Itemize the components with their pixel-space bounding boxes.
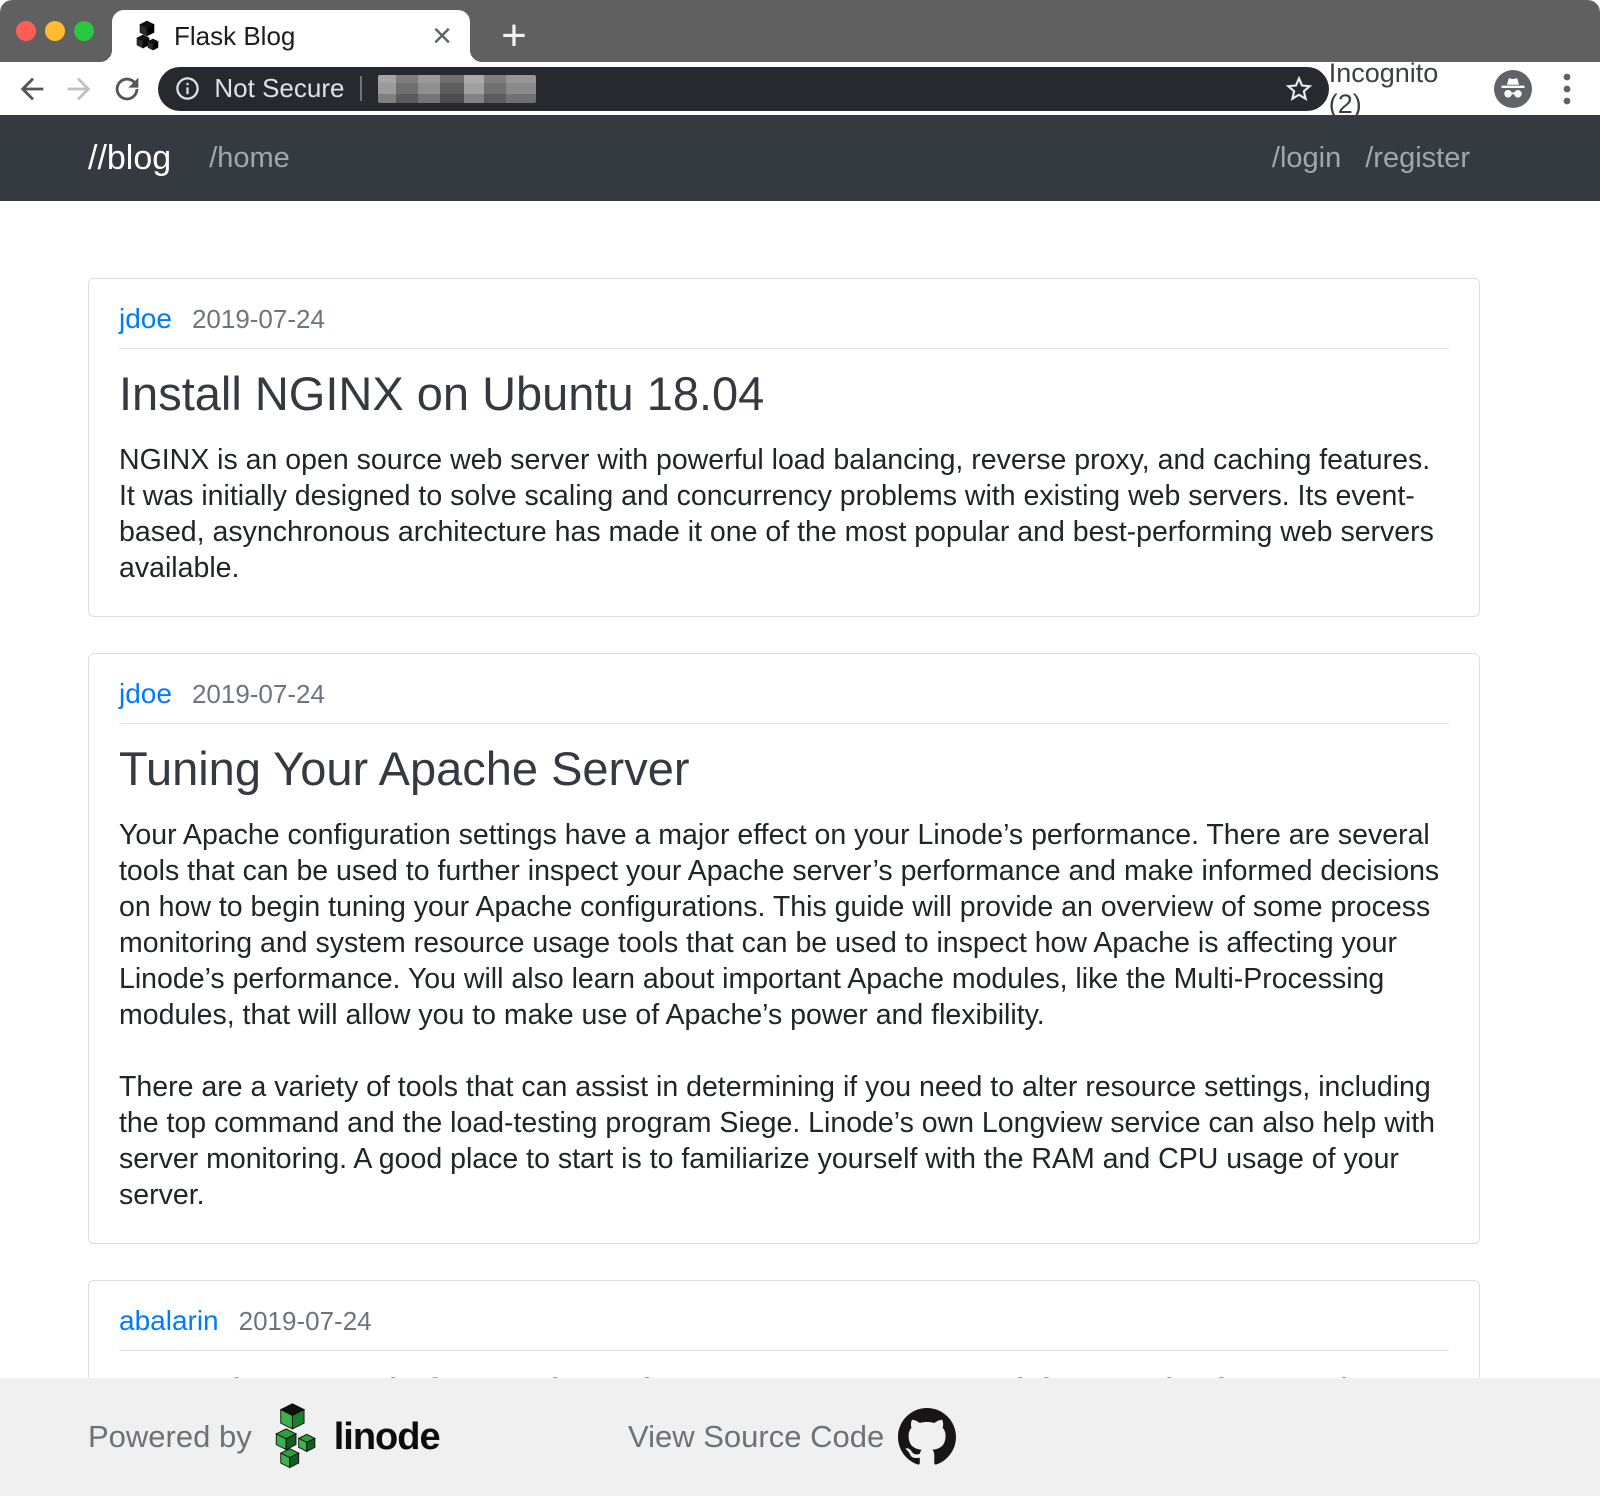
post-title-link[interactable]: Install NGINX on Ubuntu 18.04 bbox=[119, 365, 1449, 424]
post-date: 2019-07-24 bbox=[192, 679, 325, 710]
page-footer: Powered by bbox=[0, 1378, 1600, 1496]
post-metadata: jdoe 2019-07-24 bbox=[119, 678, 1449, 710]
window-controls bbox=[16, 21, 94, 41]
powered-by-block: Powered by bbox=[88, 1378, 440, 1496]
browser-tab-flask-blog[interactable]: Flask Blog × bbox=[112, 10, 470, 62]
post-body: Your Apache configuration settings have … bbox=[119, 817, 1449, 1213]
more-vert-icon bbox=[1563, 73, 1571, 105]
tab-close-icon[interactable]: × bbox=[432, 19, 452, 53]
linode-cubes-icon bbox=[268, 1402, 324, 1472]
source-code-block: View Source Code bbox=[628, 1378, 956, 1496]
powered-by-label: Powered by bbox=[88, 1419, 252, 1455]
incognito-indicator: Incognito (2) bbox=[1329, 58, 1582, 120]
linode-cubes-favicon-icon bbox=[134, 20, 160, 52]
post-card: jdoe 2019-07-24 Tuning Your Apache Serve… bbox=[88, 653, 1480, 1244]
post-author-link[interactable]: jdoe bbox=[119, 678, 172, 710]
reload-icon bbox=[110, 72, 144, 106]
post-author-link[interactable]: jdoe bbox=[119, 303, 172, 335]
tab-title: Flask Blog bbox=[174, 21, 432, 52]
post-date: 2019-07-24 bbox=[239, 1306, 372, 1337]
blog-post-list: jdoe 2019-07-24 Install NGINX on Ubuntu … bbox=[0, 201, 1600, 1496]
linode-wordmark: linode bbox=[334, 1416, 440, 1459]
fullscreen-window-button[interactable] bbox=[74, 21, 94, 41]
post-paragraph: NGINX is an open source web server with … bbox=[119, 442, 1449, 586]
new-tab-button[interactable]: + bbox=[488, 10, 540, 62]
bookmark-star-icon[interactable] bbox=[1283, 73, 1315, 105]
post-metadata: abalarin 2019-07-24 bbox=[119, 1305, 1449, 1337]
metadata-divider bbox=[119, 1350, 1449, 1351]
metadata-divider bbox=[119, 723, 1449, 724]
nav-link-register[interactable]: /register bbox=[1365, 142, 1470, 175]
browser-toolbar: Not Secure Incognito (2) bbox=[0, 62, 1600, 115]
post-card: jdoe 2019-07-24 Install NGINX on Ubuntu … bbox=[88, 278, 1480, 617]
reload-button[interactable] bbox=[103, 65, 150, 113]
forward-button[interactable] bbox=[55, 65, 102, 113]
metadata-divider bbox=[119, 348, 1449, 349]
github-octocat-icon bbox=[898, 1408, 956, 1466]
nav-link-home[interactable]: /home bbox=[209, 142, 290, 175]
navbar-right: /login /register bbox=[1272, 142, 1470, 175]
browser-tabstrip: Flask Blog × + bbox=[0, 0, 1600, 62]
post-date: 2019-07-24 bbox=[192, 304, 325, 335]
post-metadata: jdoe 2019-07-24 bbox=[119, 303, 1449, 335]
post-author-link[interactable]: abalarin bbox=[119, 1305, 219, 1337]
post-body: NGINX is an open source web server with … bbox=[119, 442, 1449, 586]
omnibox-divider bbox=[360, 76, 362, 101]
not-secure-label: Not Secure bbox=[214, 73, 344, 104]
linode-link[interactable]: linode bbox=[268, 1402, 440, 1472]
forward-arrow-icon bbox=[62, 72, 96, 106]
browser-menu-button[interactable] bbox=[1552, 70, 1582, 108]
incognito-label: Incognito (2) bbox=[1329, 58, 1477, 120]
site-info-icon[interactable] bbox=[174, 75, 201, 102]
post-paragraph: There are a variety of tools that can as… bbox=[119, 1069, 1449, 1213]
post-title-link[interactable]: Tuning Your Apache Server bbox=[119, 740, 1449, 799]
minimize-window-button[interactable] bbox=[45, 21, 65, 41]
view-source-link[interactable]: View Source Code bbox=[628, 1419, 884, 1455]
back-button[interactable] bbox=[8, 65, 55, 113]
nav-link-login[interactable]: /login bbox=[1272, 142, 1341, 175]
incognito-avatar-icon bbox=[1494, 70, 1532, 108]
navbar-brand[interactable]: //blog bbox=[88, 139, 171, 178]
browser-window: Flask Blog × + Not Sec bbox=[0, 0, 1600, 1496]
obscured-url bbox=[378, 75, 536, 103]
close-window-button[interactable] bbox=[16, 21, 36, 41]
github-link[interactable] bbox=[898, 1408, 956, 1466]
back-arrow-icon bbox=[15, 72, 49, 106]
site-navbar: //blog /home /login /register bbox=[0, 115, 1600, 201]
post-paragraph: Your Apache configuration settings have … bbox=[119, 817, 1449, 1033]
address-bar[interactable]: Not Secure bbox=[158, 67, 1328, 111]
